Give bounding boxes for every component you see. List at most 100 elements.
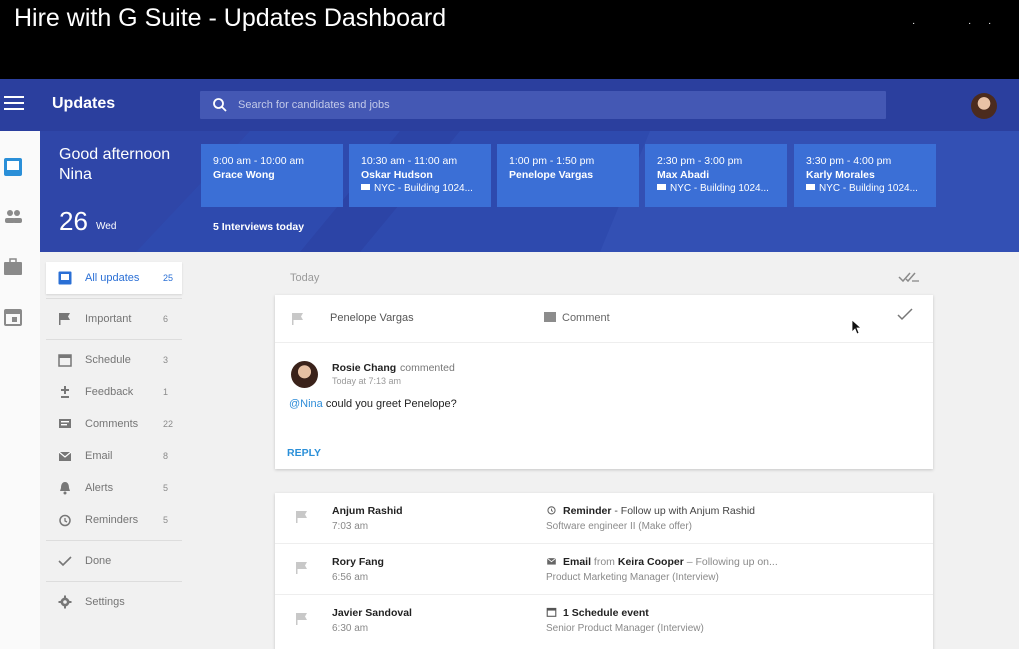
user-avatar[interactable]	[971, 93, 997, 119]
job-info: Software engineer II (Make offer)	[546, 521, 692, 532]
inbox-icon	[58, 271, 72, 285]
interview-time: 3:30 pm - 4:00 pm	[806, 155, 892, 167]
divider	[46, 540, 182, 541]
update-summary: Email from Keira Cooper – Following up o…	[546, 556, 778, 568]
comment-icon	[544, 312, 556, 322]
filter-alerts[interactable]: Alerts 5	[46, 472, 182, 504]
page-title: Updates	[52, 95, 116, 112]
flag-icon[interactable]	[295, 561, 309, 575]
filter-label: Reminders	[85, 514, 139, 526]
divider	[46, 581, 182, 582]
gear-icon	[58, 595, 72, 609]
mark-all-done-icon[interactable]	[898, 270, 920, 284]
interview-location-text: NYC - Building 1024...	[819, 183, 918, 194]
candidate-name: Anjum Rashid	[332, 505, 403, 517]
filter-count: 25	[163, 273, 174, 283]
interview-location: NYC - Building 1024...	[806, 182, 924, 196]
flag-icon[interactable]	[291, 312, 305, 326]
interview-candidate: Max Abadi	[657, 169, 710, 181]
filter-count: 5	[163, 483, 169, 493]
filter-reminders[interactable]: Reminders 5	[46, 504, 182, 536]
check-icon[interactable]	[897, 308, 913, 322]
avatar	[291, 361, 318, 388]
interview-card[interactable]: 1:00 pm - 1:50 pm Penelope Vargas	[497, 144, 639, 207]
filter-feedback[interactable]: Feedback 1	[46, 376, 182, 408]
interview-card[interactable]: 10:30 am - 11:00 am Oskar Hudson NYC - B…	[349, 144, 491, 207]
greeting: Good afternoon Nina	[59, 145, 170, 185]
people-icon	[5, 210, 22, 223]
app-window: Updates Search for candidates and jobs G…	[0, 79, 1019, 649]
filter-settings[interactable]: Settings	[46, 586, 182, 618]
flag-icon[interactable]	[295, 612, 309, 626]
mention-link[interactable]: @Nina	[289, 398, 323, 410]
section-label: Today	[290, 272, 320, 284]
hamburger-menu-icon[interactable]	[4, 96, 24, 112]
filter-label: Done	[85, 555, 112, 567]
filter-list: All updates 25 Important 6 Schedule 3 Fe…	[46, 262, 182, 618]
mail-icon	[58, 451, 72, 461]
update-list-card: Anjum Rashid 7:03 am Reminder - Follow u…	[275, 493, 933, 649]
nav-rail	[0, 131, 40, 649]
search-icon	[213, 98, 227, 112]
filter-count: 5	[163, 515, 169, 525]
rail-updates[interactable]	[0, 145, 40, 185]
inbox-icon	[4, 158, 22, 176]
filter-count: 1	[163, 387, 169, 397]
filter-count: 3	[163, 355, 169, 365]
update-summary: 1 Schedule event	[546, 607, 649, 619]
interview-candidate: Penelope Vargas	[509, 169, 594, 181]
update-detail: Keira Cooper	[617, 556, 684, 568]
update-type: Reminder	[563, 505, 612, 517]
job-info: Product Marketing Manager (Interview)	[546, 572, 719, 583]
update-detail: Follow up with Anjum Rashid	[620, 505, 756, 517]
filter-email[interactable]: Email 8	[46, 440, 182, 472]
flag-icon[interactable]	[295, 510, 309, 524]
mouse-cursor-icon	[851, 319, 863, 335]
filter-label: Comments	[85, 418, 139, 430]
update-time: 7:03 am	[332, 521, 369, 532]
rail-candidates[interactable]	[0, 195, 40, 235]
interview-location-text: NYC - Building 1024...	[670, 183, 769, 194]
rail-jobs[interactable]	[0, 245, 40, 285]
search-input[interactable]	[238, 91, 858, 119]
interview-time: 2:30 pm - 3:00 pm	[657, 155, 743, 167]
search-bar[interactable]	[200, 91, 886, 119]
table-row[interactable]: Rory Fang 6:56 am Email from Keira Coope…	[275, 544, 933, 595]
interview-card[interactable]: 9:00 am - 10:00 am Grace Wong	[201, 144, 343, 207]
video-camera-icon	[361, 184, 370, 190]
comment-card[interactable]: Penelope Vargas Comment Rosie Chang comm…	[275, 295, 933, 469]
comment-card-header: Penelope Vargas Comment	[275, 295, 933, 343]
top-app-bar: Updates	[0, 79, 1019, 131]
filter-label: Schedule	[85, 354, 131, 366]
interview-time: 10:30 am - 11:00 am	[361, 155, 458, 167]
comment-author: Rosie Chang	[332, 362, 397, 374]
table-row[interactable]: Anjum Rashid 7:03 am Reminder - Follow u…	[275, 493, 933, 544]
candidate-name[interactable]: Penelope Vargas	[330, 312, 414, 324]
update-separator: from	[591, 556, 618, 568]
filter-label: Alerts	[85, 482, 114, 494]
alarm-icon	[547, 506, 556, 515]
filter-done[interactable]: Done	[46, 545, 182, 577]
update-type: Comment	[544, 312, 610, 324]
video-title: Hire with G Suite - Updates Dashboard	[14, 4, 447, 32]
reply-button[interactable]: REPLY	[287, 447, 321, 459]
filter-all-updates[interactable]: All updates 25	[46, 262, 182, 294]
filter-schedule[interactable]: Schedule 3	[46, 344, 182, 376]
interview-location-text: NYC - Building 1024...	[374, 183, 473, 194]
filter-important[interactable]: Important 6	[46, 303, 182, 335]
interview-time: 1:00 pm - 1:50 pm	[509, 155, 595, 167]
filter-comments[interactable]: Comments 22	[46, 408, 182, 440]
interview-card[interactable]: 2:30 pm - 3:00 pm Max Abadi NYC - Buildi…	[645, 144, 787, 207]
bell-icon	[60, 482, 70, 495]
interview-card[interactable]: 3:30 pm - 4:00 pm Karly Morales NYC - Bu…	[794, 144, 936, 207]
comment-text: could you greet Penelope?	[322, 398, 457, 410]
interviews-today[interactable]: 5 Interviews today	[213, 221, 304, 233]
table-row[interactable]: Javier Sandoval 6:30 am 1 Schedule event…	[275, 595, 933, 646]
filter-label: Feedback	[85, 386, 134, 398]
divider	[46, 339, 182, 340]
filter-count: 8	[163, 451, 169, 461]
date-number: 26	[59, 206, 88, 236]
interview-candidate: Karly Morales	[806, 169, 875, 181]
rail-calendar[interactable]	[0, 295, 40, 335]
calendar-icon	[58, 354, 72, 367]
